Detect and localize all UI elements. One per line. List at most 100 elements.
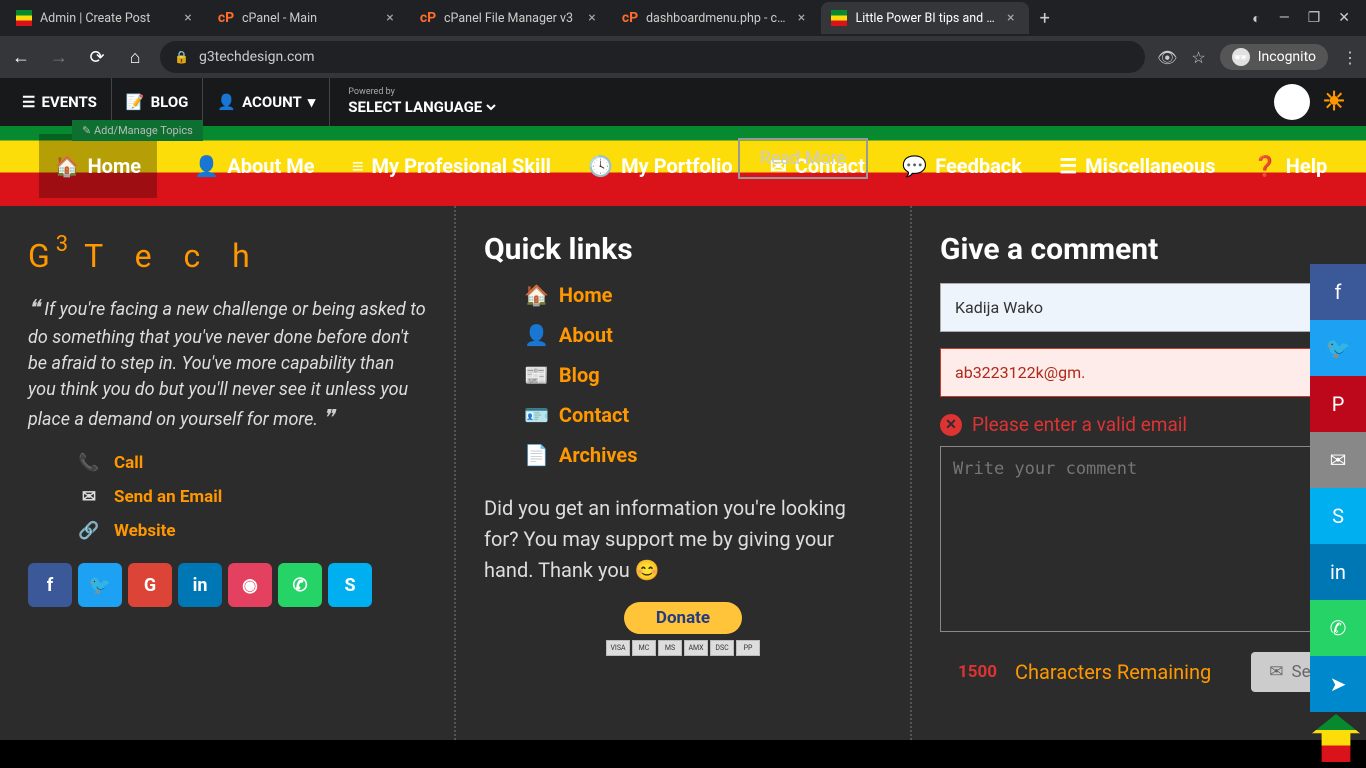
quote-text: If you're facing a new challenge or bein…: [28, 299, 426, 430]
footer-panel: G3 T e c h ❝ If you're facing a new chal…: [0, 206, 1366, 740]
minimize-icon[interactable]: —: [1279, 10, 1290, 27]
ql-archives[interactable]: 📄Archives: [524, 443, 882, 467]
nav-feedback[interactable]: 💬 Feedback: [902, 154, 1022, 178]
nav-help[interactable]: ❓ Help: [1253, 154, 1327, 178]
share-skype[interactable]: S: [1310, 488, 1366, 544]
skype-button[interactable]: S: [328, 563, 372, 607]
eye-off-icon[interactable]: 👁: [1157, 48, 1177, 67]
lock-icon: 🔒: [174, 50, 189, 64]
linkedin-button[interactable]: in: [178, 563, 222, 607]
close-window-icon[interactable]: ✕: [1338, 10, 1350, 27]
tab-label: cPanel - Main: [242, 11, 374, 26]
email-error: ✕ Please enter a valid email: [940, 413, 1338, 436]
browser-tab[interactable]: cP cPanel - Main ×: [208, 2, 408, 34]
blog-link[interactable]: 📝BLOG: [112, 78, 203, 126]
nav-portfolio[interactable]: 🕓 My Portfolio: [588, 154, 732, 178]
read-more-button[interactable]: Read More: [738, 138, 869, 179]
browser-tab[interactable]: Admin | Create Post ×: [6, 2, 206, 34]
site-top-bar: ☰EVENTS 📝BLOG 👤ACOUNT▾ Powered by SELECT…: [0, 78, 1366, 126]
quote-open-icon: ❝: [28, 296, 40, 321]
comment-textarea[interactable]: [940, 446, 1338, 632]
close-tab-icon[interactable]: ×: [793, 10, 809, 26]
blog-icon: 📰: [524, 363, 549, 387]
payment-cards: VISA MC MS AMX DSC PP: [484, 640, 882, 656]
card-amex-icon: AMX: [684, 640, 708, 656]
ghost-icon[interactable]: ◐: [1252, 10, 1260, 27]
name-input[interactable]: [940, 283, 1338, 332]
incognito-badge[interactable]: 🕶 Incognito: [1220, 44, 1328, 70]
incognito-icon: 🕶: [1232, 48, 1250, 66]
language-select[interactable]: SELECT LANGUAGE: [344, 97, 499, 117]
reload-button[interactable]: ⟳: [84, 44, 110, 70]
browser-tab[interactable]: cP dashboardmenu.php - c… ×: [612, 2, 819, 34]
user-icon: 👤: [217, 93, 236, 111]
user-icon: 👤: [524, 323, 549, 347]
facebook-button[interactable]: f: [28, 563, 72, 607]
avatar[interactable]: [1274, 84, 1310, 120]
whatsapp-button[interactable]: ✆: [278, 563, 322, 607]
ql-blog[interactable]: 📰Blog: [524, 363, 882, 387]
nav-skill[interactable]: ≡ My Profesional Skill: [352, 154, 551, 179]
share-pinterest[interactable]: P: [1310, 376, 1366, 432]
bookmark-star-icon[interactable]: ☆: [1191, 48, 1205, 67]
chars-remaining-label: Characters Remaining: [1015, 660, 1211, 684]
home-button[interactable]: ⌂: [122, 44, 148, 70]
home-icon: 🏠: [524, 283, 549, 307]
support-text: Did you get an information you're lookin…: [484, 493, 882, 586]
brand-logo-text: G3 T e c h: [28, 232, 426, 275]
share-whatsapp[interactable]: ✆: [1310, 600, 1366, 656]
close-tab-icon[interactable]: ×: [584, 10, 600, 26]
nav-misc[interactable]: ☰ Miscellaneous: [1059, 154, 1215, 178]
browser-tab-active[interactable]: Little Power BI tips and … ×: [821, 2, 1028, 34]
twitter-button[interactable]: 🐦: [78, 563, 122, 607]
blog-icon: 📝: [126, 93, 145, 111]
close-tab-icon[interactable]: ×: [1003, 10, 1019, 26]
menu-icon[interactable]: ⋮: [1342, 48, 1358, 67]
card-visa-icon: VISA: [606, 640, 630, 656]
back-button[interactable]: ←: [8, 44, 34, 70]
tab-label: cPanel File Manager v3: [444, 11, 576, 26]
email-input[interactable]: [940, 348, 1338, 397]
nav-home[interactable]: 🏠 Home: [39, 134, 157, 198]
close-tab-icon[interactable]: ×: [180, 10, 196, 26]
favicon-icon: cP: [218, 10, 234, 26]
quote-block: ❝ If you're facing a new challenge or be…: [28, 293, 426, 435]
google-button[interactable]: G: [128, 563, 172, 607]
ql-home[interactable]: 🏠Home: [524, 283, 882, 307]
comment-heading: Give a comment: [940, 232, 1338, 267]
card-pp-icon: PP: [736, 640, 760, 656]
theme-sun-icon[interactable]: ☀: [1318, 86, 1350, 118]
window-controls: ◐ — ❐ ✕: [1252, 10, 1360, 27]
manage-topics-badge[interactable]: ✎ Add/Manage Topics: [72, 120, 203, 141]
maximize-icon[interactable]: ❐: [1308, 10, 1321, 27]
share-linkedin[interactable]: in: [1310, 544, 1366, 600]
donate-button[interactable]: Donate: [624, 602, 742, 634]
file-icon: 📄: [524, 443, 549, 467]
error-x-icon: ✕: [940, 414, 962, 436]
share-telegram[interactable]: ➤: [1310, 656, 1366, 712]
list-icon: ☰: [22, 93, 35, 111]
nav-about[interactable]: 👤 About Me: [194, 154, 314, 178]
new-tab-button[interactable]: +: [1031, 4, 1059, 32]
account-menu[interactable]: 👤ACOUNT▾: [203, 78, 330, 126]
language-selector[interactable]: Powered by SELECT LANGUAGE: [330, 78, 513, 126]
share-email[interactable]: ✉: [1310, 432, 1366, 488]
address-bar[interactable]: 🔒 g3techdesign.com: [160, 41, 1145, 73]
share-twitter[interactable]: 🐦: [1310, 320, 1366, 376]
close-tab-icon[interactable]: ×: [382, 10, 398, 26]
events-link[interactable]: ☰EVENTS: [8, 78, 112, 126]
ql-about[interactable]: 👤About: [524, 323, 882, 347]
ql-contact[interactable]: 🪪Contact: [524, 403, 882, 427]
share-facebook[interactable]: f: [1310, 264, 1366, 320]
url-text: g3techdesign.com: [199, 49, 315, 65]
social-row: f 🐦 G in ◉ ✆ S: [28, 563, 426, 607]
browser-tab[interactable]: cP cPanel File Manager v3 ×: [410, 2, 610, 34]
instagram-button[interactable]: ◉: [228, 563, 272, 607]
incognito-label: Incognito: [1258, 49, 1316, 65]
call-link[interactable]: 📞Call: [78, 453, 426, 473]
favicon-icon: cP: [420, 10, 436, 26]
website-link[interactable]: 🔗Website: [78, 521, 426, 541]
email-link[interactable]: ✉Send an Email: [78, 487, 426, 507]
bottom-strip: [0, 740, 1366, 768]
tab-label: dashboardmenu.php - c…: [646, 11, 785, 26]
